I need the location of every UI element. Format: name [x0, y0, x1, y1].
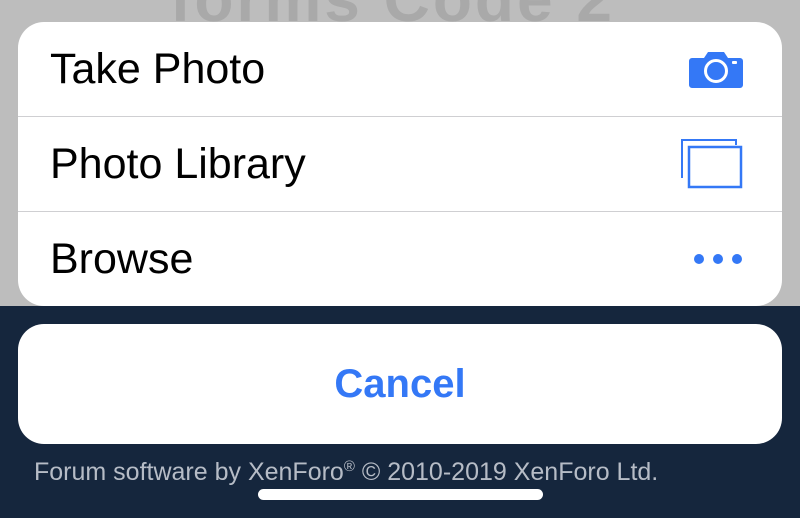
- photo-library-option[interactable]: Photo Library: [18, 117, 782, 211]
- footer-copyright: Forum software by XenForo® © 2010-2019 X…: [34, 458, 658, 487]
- option-label: Photo Library: [50, 139, 306, 188]
- option-label: Browse: [50, 234, 194, 283]
- cancel-label: Cancel: [334, 361, 466, 406]
- browse-option[interactable]: Browse: [18, 212, 782, 306]
- footer-suffix: © 2010-2019 XenForo Ltd.: [354, 458, 659, 486]
- camera-icon: [688, 49, 744, 89]
- footer-prefix: Forum software by XenForo: [34, 458, 344, 486]
- photo-library-icon: [680, 138, 744, 190]
- option-label: Take Photo: [50, 44, 266, 93]
- home-indicator[interactable]: [258, 489, 543, 500]
- take-photo-option[interactable]: Take Photo: [18, 22, 782, 116]
- action-sheet: Take Photo Photo Library Browse: [18, 22, 782, 306]
- registered-mark: ®: [343, 458, 355, 475]
- cancel-button[interactable]: Cancel: [18, 324, 782, 444]
- more-icon: [692, 252, 744, 266]
